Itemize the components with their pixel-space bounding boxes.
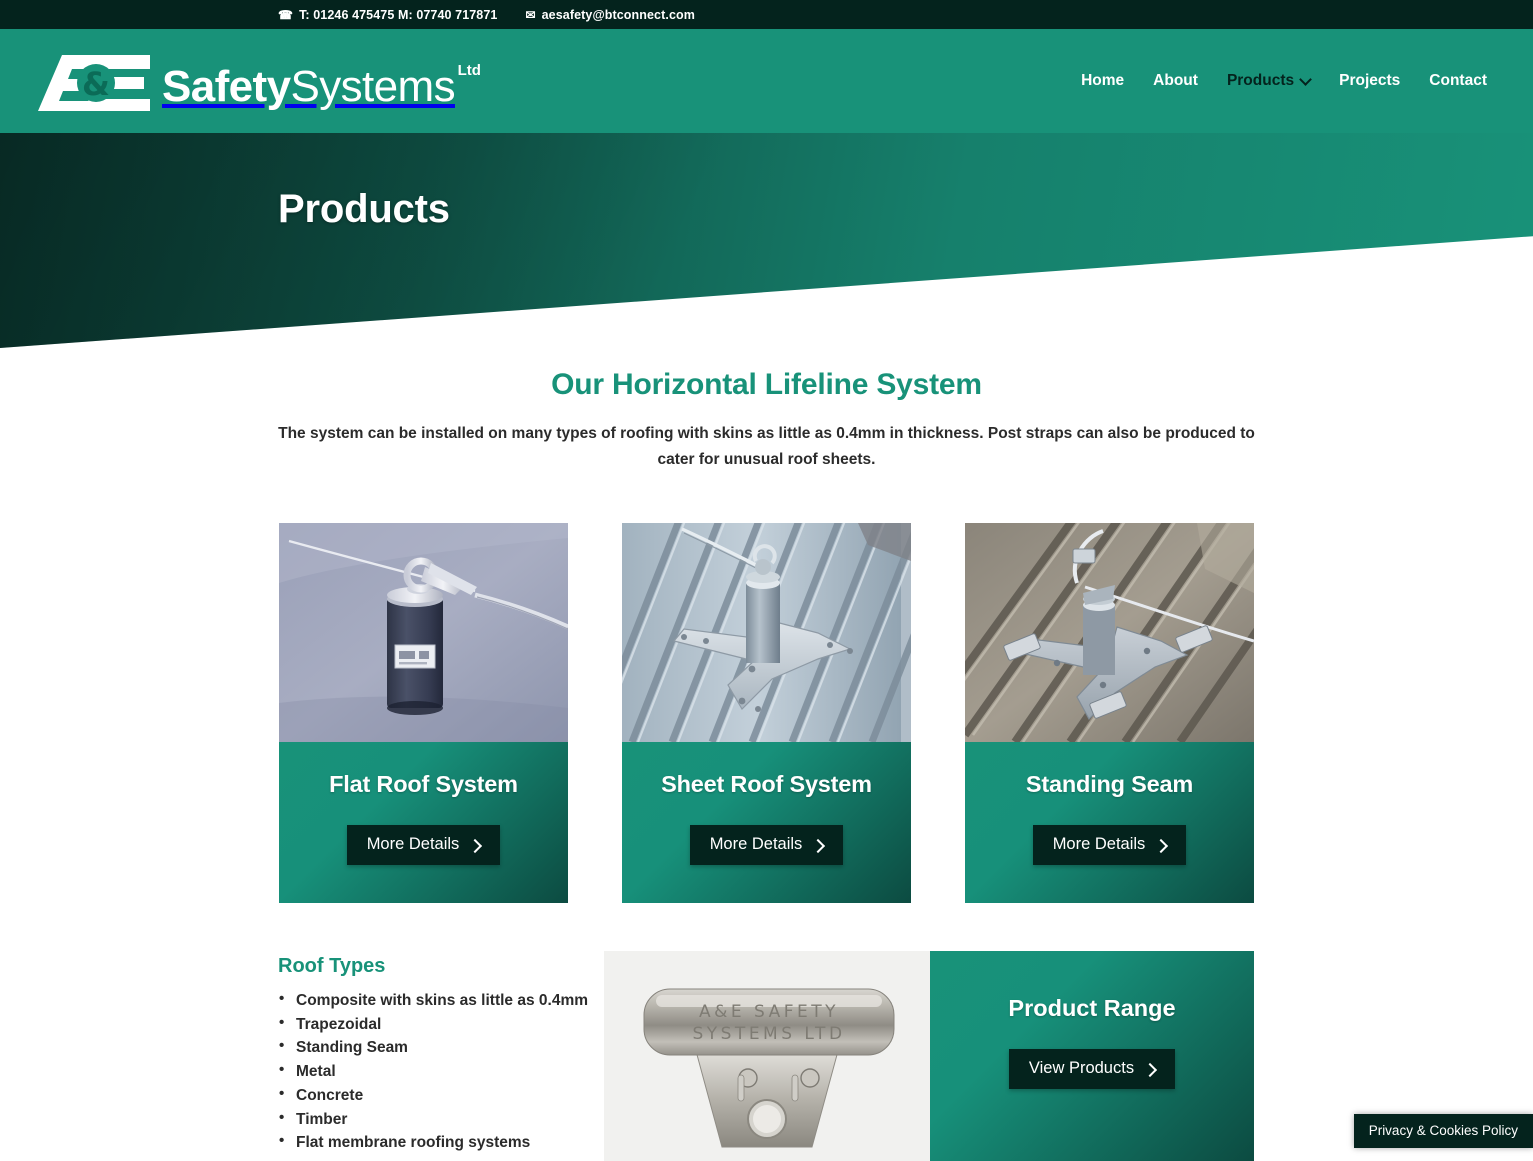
section-header: Our Horizontal Lifeline System The syste… — [0, 348, 1533, 473]
more-details-button-flat-roof[interactable]: More Details — [346, 825, 501, 866]
card-body: Flat Roof System More Details — [279, 742, 568, 904]
page-hero-banner: Products — [0, 133, 1533, 348]
phone-icon: ☎ — [278, 7, 294, 22]
section-description: The system can be installed on many type… — [278, 425, 1255, 469]
logo-wordmark: Safety Systems Ltd — [162, 62, 481, 113]
lower-section: Roof Types Composite with skins as littl… — [0, 951, 1533, 1161]
ae-logo-mark: & — [32, 49, 160, 113]
button-label: More Details — [1052, 835, 1146, 854]
engraving-line-2: SYSTEMS LTD — [692, 1024, 845, 1044]
card-body: Sheet Roof System More Details — [622, 742, 911, 904]
roof-types-block: Roof Types Composite with skins as littl… — [278, 951, 604, 1161]
nav-label: Home — [1081, 72, 1125, 89]
section-title: Our Horizontal Lifeline System — [551, 368, 982, 401]
site-header: & Safety Systems Ltd Home About Products… — [0, 29, 1533, 133]
product-card-flat-roof[interactable]: Flat Roof System More Details — [279, 523, 568, 904]
phone-contact[interactable]: ☎ T: 01246 475475 M: 07740 717871 — [278, 8, 497, 22]
promo-body: Product Range View Products — [930, 951, 1254, 1161]
more-details-button-standing-seam[interactable]: More Details — [1032, 825, 1187, 866]
view-products-button[interactable]: View Products — [1008, 1049, 1176, 1090]
nav-item-products[interactable]: Products — [1227, 72, 1310, 90]
button-label: View Products — [1028, 1059, 1135, 1078]
phone-text: T: 01246 475475 M: 07740 717871 — [299, 7, 498, 22]
nav-label: Products — [1226, 72, 1295, 89]
nav-item-home[interactable]: Home — [1081, 72, 1124, 90]
card-body: Standing Seam More Details — [965, 742, 1254, 904]
engraving-line-1: A&E SAFETY — [699, 1002, 839, 1022]
card-title: Standing Seam — [1025, 771, 1194, 798]
nav-item-contact[interactable]: Contact — [1429, 72, 1487, 90]
product-card-grid: Flat Roof System More Details Sheet Roof… — [0, 523, 1533, 904]
top-contact-bar: ☎ T: 01246 475475 M: 07740 717871 ✉ aesa… — [0, 0, 1533, 29]
logo-systems-text: Systems — [290, 62, 455, 111]
list-item: Concrete — [278, 1083, 604, 1108]
site-logo[interactable]: & Safety Systems Ltd — [32, 49, 481, 113]
nav-label: About — [1153, 72, 1198, 89]
envelope-icon: ✉ — [525, 7, 536, 22]
chevron-right-icon — [1156, 840, 1166, 850]
nav-label: Contact — [1429, 72, 1487, 89]
nav-item-projects[interactable]: Projects — [1339, 72, 1400, 90]
roof-types-list: Composite with skins as little as 0.4mm … — [278, 988, 604, 1155]
list-item: Flat membrane roofing systems — [278, 1130, 604, 1155]
product-card-sheet-roof[interactable]: Sheet Roof System More Details — [622, 523, 911, 904]
list-item: Trapezoidal — [278, 1012, 604, 1037]
email-contact[interactable]: ✉ aesafety@btconnect.com — [525, 8, 694, 22]
roof-types-title: Roof Types — [278, 955, 386, 978]
flat-roof-post-photo — [279, 523, 568, 743]
svg-text:&: & — [82, 65, 110, 103]
main-navigation: Home About Products Projects Contact — [1081, 72, 1487, 90]
page-title: Products — [278, 187, 450, 231]
main-content: Our Horizontal Lifeline System The syste… — [0, 348, 1533, 1161]
list-item: Metal — [278, 1059, 604, 1084]
button-label: More Details — [709, 835, 803, 854]
chevron-right-icon — [1145, 1064, 1155, 1074]
nav-label: Projects — [1339, 72, 1401, 89]
chevron-right-icon — [470, 840, 480, 850]
nav-item-about[interactable]: About — [1153, 72, 1198, 90]
list-item: Standing Seam — [278, 1035, 604, 1060]
promo-title: Product Range — [1008, 995, 1176, 1022]
more-details-button-sheet-roof[interactable]: More Details — [689, 825, 844, 866]
card-title: Sheet Roof System — [661, 771, 872, 798]
product-range-promo[interactable]: A&E SAFETY SYSTEMS LTD Product Range Vie… — [604, 951, 1254, 1161]
privacy-cookies-policy-badge[interactable]: Privacy & Cookies Policy — [1353, 1114, 1533, 1148]
sheet-roof-post-photo — [622, 523, 911, 743]
button-label: More Details — [366, 835, 460, 854]
email-text: aesafety@btconnect.com — [541, 7, 695, 22]
card-title: Flat Roof System — [329, 771, 518, 798]
logo-safety-text: Safety — [162, 62, 291, 111]
chevron-right-icon — [813, 840, 823, 850]
list-item: Composite with skins as little as 0.4mm — [278, 988, 604, 1013]
standing-seam-post-photo — [965, 523, 1254, 743]
chevron-down-icon — [1301, 75, 1310, 84]
aande-safety-systems-bracket-photo: A&E SAFETY SYSTEMS LTD — [604, 951, 930, 1161]
list-item: Timber — [278, 1107, 604, 1132]
product-card-standing-seam[interactable]: Standing Seam More Details — [965, 523, 1254, 904]
logo-ltd-text: Ltd — [457, 62, 481, 79]
